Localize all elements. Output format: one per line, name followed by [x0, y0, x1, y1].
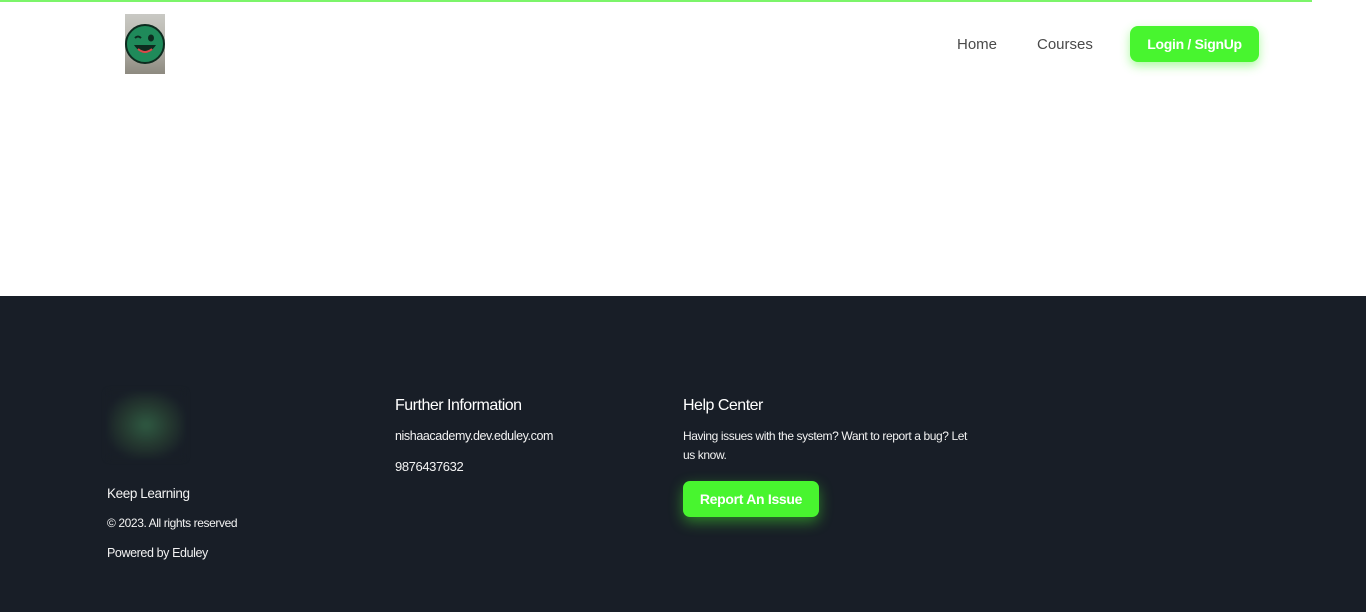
login-signup-button[interactable]: Login / SignUp — [1130, 26, 1259, 62]
footer-tagline: Keep Learning — [107, 486, 190, 501]
further-info-phone[interactable]: 9876437632 — [395, 459, 464, 474]
footer-logo-icon — [108, 392, 184, 458]
help-center-title: Help Center — [683, 397, 763, 414]
footer-powered-by: Powered by Eduley — [107, 546, 208, 560]
site-header: Home Courses Login / SignUp — [0, 2, 1366, 88]
site-logo[interactable] — [125, 14, 165, 74]
smiley-logo-icon — [125, 24, 165, 64]
site-footer: Keep Learning © 2023. All rights reserve… — [0, 296, 1366, 612]
nav-home-link[interactable]: Home — [957, 36, 997, 53]
nav-courses-link[interactable]: Courses — [1037, 36, 1093, 53]
further-info-email[interactable]: nishaacademy.dev.eduley.com — [395, 429, 553, 443]
report-issue-button[interactable]: Report An Issue — [683, 481, 819, 517]
help-center-description: Having issues with the system? Want to r… — [683, 429, 967, 462]
further-info-title: Further Information — [395, 397, 522, 414]
footer-copyright: © 2023. All rights reserved — [107, 516, 238, 530]
